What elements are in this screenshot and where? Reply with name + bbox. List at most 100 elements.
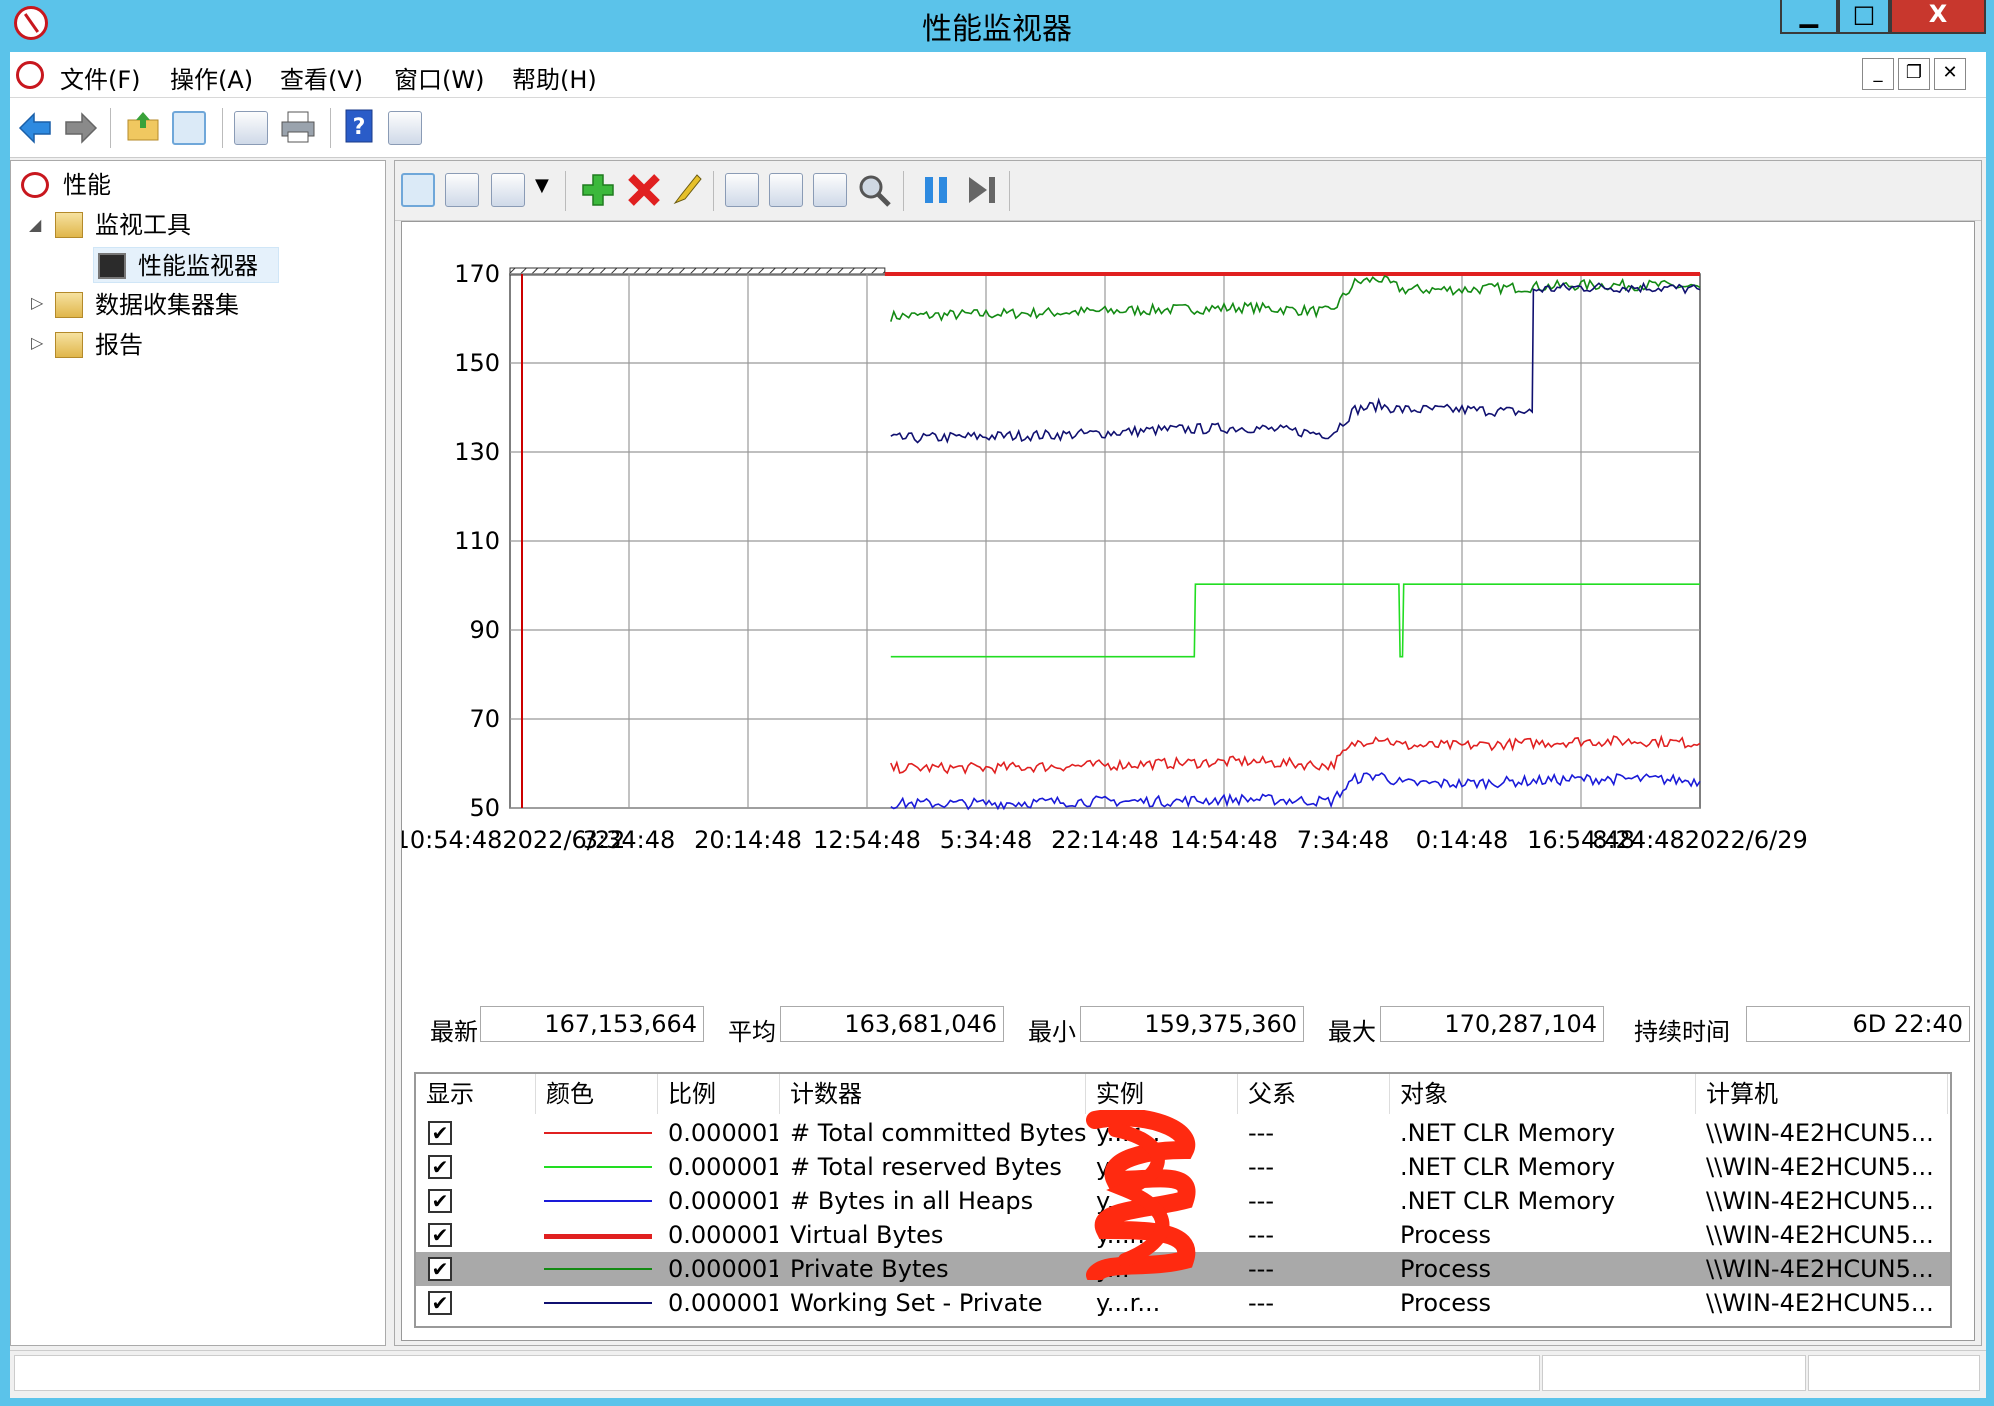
tree-item-data-collector-sets[interactable]: 数据收集器集 [51,287,351,323]
min-label: 最小 [1028,1018,1076,1046]
show-checkbox[interactable]: ✔ [428,1257,452,1281]
color-swatch [544,1132,652,1134]
menu-bar: 文件(F) 操作(A) 查看(V) 窗口(W) 帮助(H) _ ❐ ✕ [10,52,1986,98]
tree-item-label: 数据收集器集 [95,291,239,319]
paste-counter-list-icon[interactable] [769,173,803,207]
menu-window[interactable]: 窗口(W) [394,60,484,95]
show-hide-tree-icon[interactable] [172,111,206,145]
highlight-icon[interactable] [671,171,703,207]
toolbar-separator [713,171,714,211]
show-checkbox[interactable]: ✔ [428,1291,452,1315]
print-icon[interactable] [280,110,316,144]
expand-triangle-icon[interactable]: ▷ [31,333,43,352]
properties-icon[interactable] [234,111,268,145]
counter-cell: Private Bytes [790,1255,949,1283]
tree-item-label: 报告 [95,331,143,359]
header-computer[interactable]: 计算机 [1696,1074,1948,1114]
object-cell: .NET CLR Memory [1400,1187,1616,1215]
header-parent[interactable]: 父系 [1238,1074,1390,1114]
show-checkbox[interactable]: ✔ [428,1121,452,1145]
counter-cell: # Bytes in all Heaps [790,1187,1034,1215]
average-value: 163,681,046 [780,1006,1004,1042]
latest-label: 最新 [430,1018,478,1046]
zoom-icon[interactable] [857,173,891,207]
parent-cell: --- [1248,1289,1274,1317]
change-graph-type-icon[interactable] [491,173,525,207]
menu-file[interactable]: 文件(F) [60,60,141,95]
scale-cell: 0.000001 [668,1187,778,1215]
folder-icon [55,292,83,318]
help-icon[interactable]: ? [344,108,374,144]
expand-triangle-icon[interactable]: ▷ [31,293,43,312]
status-bar [10,1350,1986,1394]
tree-item-label: 性能监视器 [138,252,258,280]
show-checkbox[interactable]: ✔ [428,1155,452,1179]
y-tick-label: 50 [469,794,500,822]
average-label: 平均 [728,1018,776,1046]
color-swatch [544,1200,652,1202]
computer-cell: \\WIN-4E2HCUN5... [1706,1119,1934,1147]
legend-row[interactable]: ✔ 0.000001 Working Set - Private y...r... --… [416,1286,1950,1320]
mdi-restore-button[interactable]: ❐ [1898,58,1930,90]
color-swatch [544,1302,652,1304]
parent-cell: --- [1248,1119,1274,1147]
performance-line-chart[interactable]: 50709011013015017010:54:482022/6/223:34:… [402,222,1974,982]
menu-help[interactable]: 帮助(H) [512,60,597,95]
forward-arrow-icon[interactable] [64,112,98,144]
header-object[interactable]: 对象 [1390,1074,1696,1114]
object-cell: Process [1400,1289,1492,1317]
copy-properties-icon[interactable] [725,173,759,207]
toolbar-separator [222,108,223,148]
freeze-display-icon[interactable] [919,173,953,207]
max-value: 170,287,104 [1380,1006,1604,1042]
add-counter-icon[interactable] [581,173,615,207]
tree-item-performance-monitor[interactable]: 性能监视器 [93,247,279,283]
menu-action[interactable]: 操作(A) [170,60,253,95]
y-tick-label: 70 [469,705,500,733]
minimize-button[interactable]: ▁ [1780,0,1838,34]
header-counter[interactable]: 计数器 [780,1074,1086,1114]
show-checkbox[interactable]: ✔ [428,1223,452,1247]
parent-cell: --- [1248,1221,1274,1249]
close-button[interactable]: X [1890,0,1986,34]
svg-text:?: ? [353,115,366,140]
tree-item-monitoring-tools[interactable]: 监视工具 [51,207,351,243]
computer-cell: \\WIN-4E2HCUN5... [1706,1255,1934,1283]
x-tick-label: 20:14:48 [694,826,802,854]
color-swatch [544,1166,652,1168]
header-color[interactable]: 颜色 [536,1074,658,1114]
header-instance[interactable]: 实例 [1086,1074,1238,1114]
header-show[interactable]: 显示 [416,1074,536,1114]
delete-counter-icon[interactable] [627,173,661,207]
mdi-minimize-button[interactable]: _ [1862,58,1894,90]
maximize-button[interactable]: □ [1838,0,1890,34]
instance-cell: y...r... [1096,1289,1161,1317]
counter-cell: Working Set - Private [790,1289,1043,1317]
performance-icon [21,172,49,198]
show-checkbox[interactable]: ✔ [428,1189,452,1213]
dropdown-arrow-icon[interactable]: ▼ [535,175,549,196]
toolbar-separator [565,171,566,211]
mmc-document-icon[interactable] [16,61,44,89]
folder-up-icon[interactable] [126,110,160,144]
action-pane-icon[interactable] [388,111,422,145]
computer-cell: \\WIN-4E2HCUN5... [1706,1153,1934,1181]
menu-view[interactable]: 查看(V) [280,60,363,95]
tree-item-performance[interactable]: 性能 [17,167,317,203]
view-histogram-icon[interactable] [445,173,479,207]
status-segment-3 [1808,1355,1980,1391]
header-scale[interactable]: 比例 [658,1074,780,1114]
back-arrow-icon[interactable] [18,112,52,144]
color-swatch [544,1268,652,1270]
collapse-triangle-icon[interactable]: ◢ [29,215,41,234]
x-tick-label: 7:34:48 [1297,826,1390,854]
mdi-close-button[interactable]: ✕ [1934,58,1966,90]
counter-cell: # Total committed Bytes [790,1119,1086,1147]
tree-item-reports[interactable]: 报告 [51,327,351,363]
properties-icon[interactable] [813,173,847,207]
y-tick-label: 110 [454,527,500,555]
y-tick-label: 130 [454,438,500,466]
computer-cell: \\WIN-4E2HCUN5... [1706,1289,1934,1317]
view-graph-icon[interactable] [401,173,435,207]
update-data-icon[interactable] [965,173,999,207]
